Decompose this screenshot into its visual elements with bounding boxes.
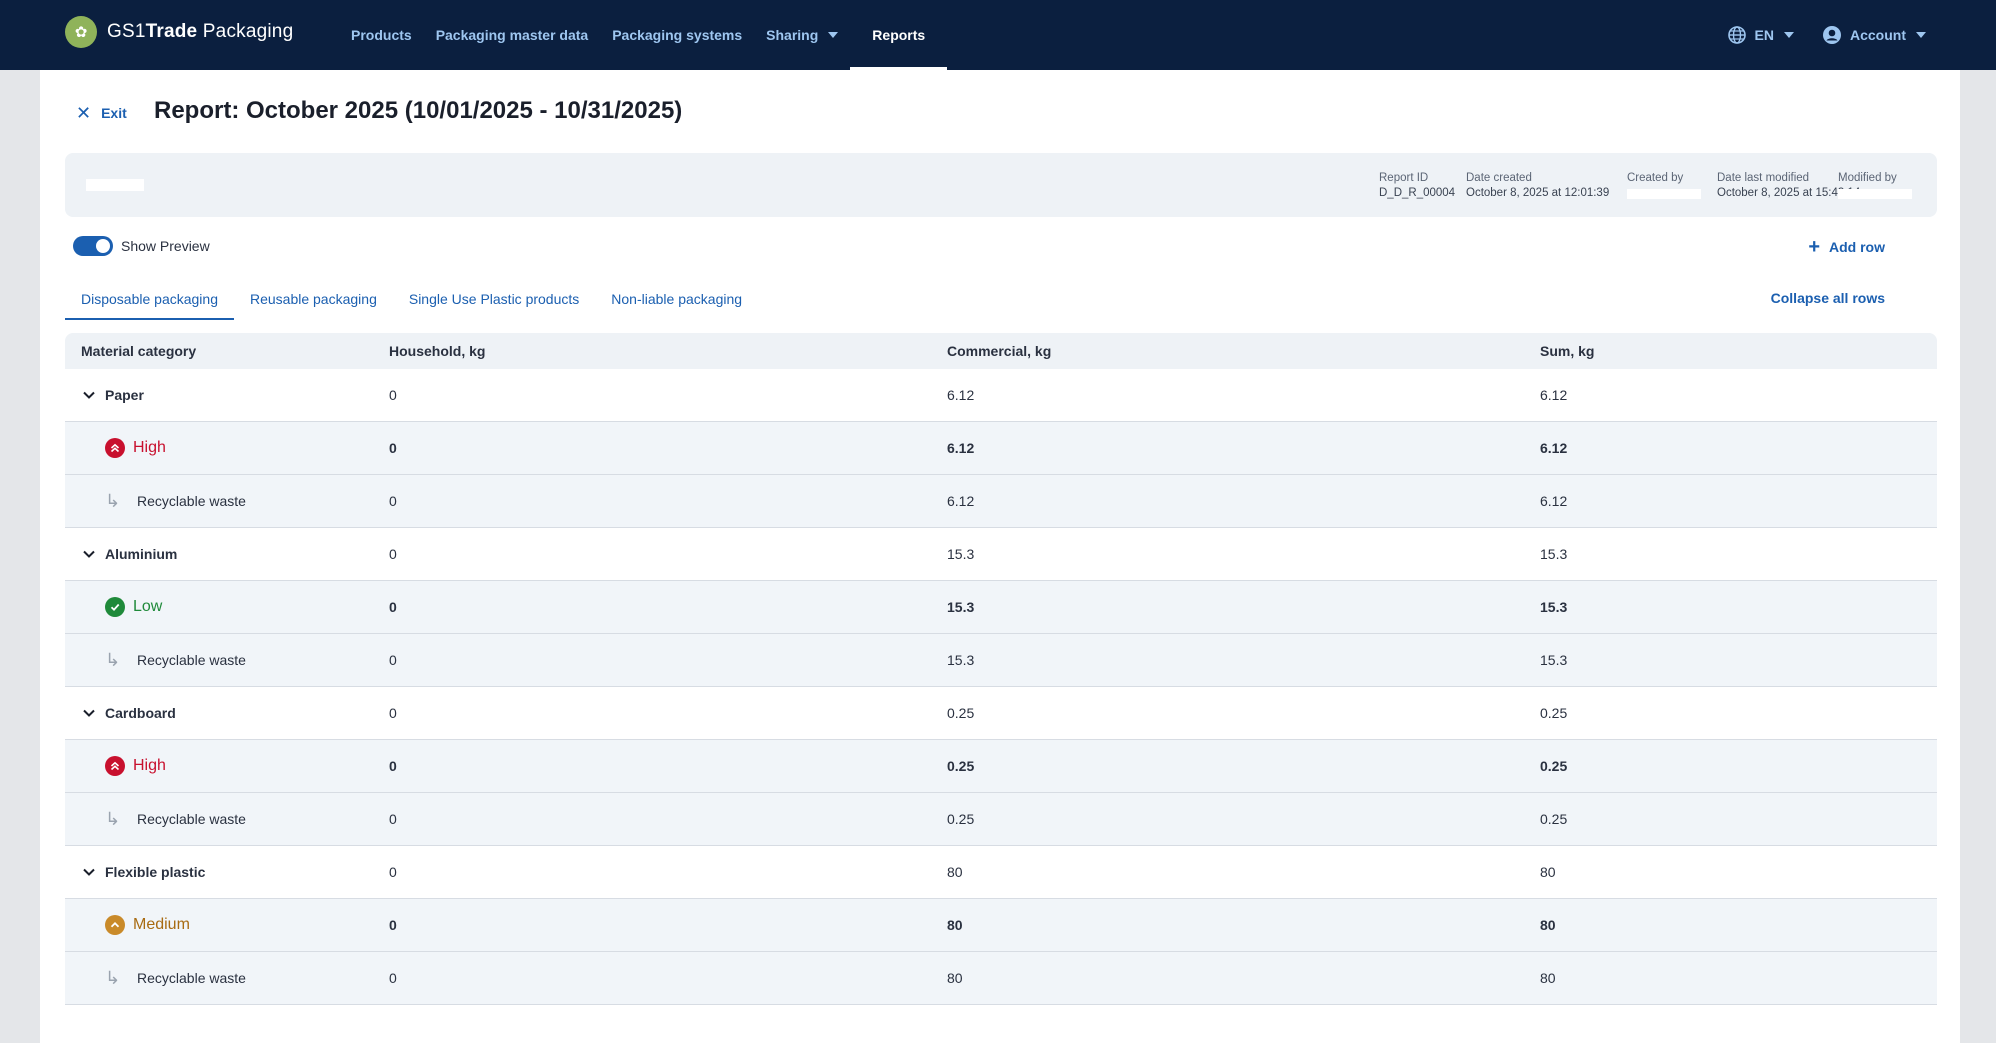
category-name: Flexible plastic [105,864,206,880]
tab-disposable-packaging[interactable]: Disposable packaging [65,278,234,320]
meta-report-id: Report ID D_D_R_00004 [1379,172,1456,199]
show-preview-control: Show Preview [73,236,210,256]
report-page: ✕ Exit Report: October 2025 (10/01/2025 … [40,70,1960,1043]
check-icon [105,597,125,617]
logo-icon: ✿ [65,16,97,48]
packaging-tabs: Disposable packaging Reusable packaging … [65,278,758,320]
table-row-level: Low 0 15.3 15.3 [65,581,1937,634]
brand-prefix: GS1 [107,21,146,42]
app-logo[interactable]: ✿ GS1Trade Packaging [65,16,293,48]
exit-label: Exit [101,105,127,121]
chevron-down-icon [828,32,839,38]
col-commercial: Commercial, kg [947,343,1052,359]
plus-icon: + [1808,236,1820,258]
table-row-subcategory: ↳ Recyclable waste 0 15.3 15.3 [65,634,1937,687]
report-table: Material category Household, kg Commerci… [65,333,1937,1005]
nav-packaging-master-data[interactable]: Packaging master data [424,0,601,70]
redacted-value [1838,189,1912,199]
subcategory-name: Recyclable waste [137,493,246,509]
double-chevron-up-icon [105,438,125,458]
sub-item-arrow-icon: ↳ [105,649,121,670]
meta-created-by: Created by [1627,172,1701,199]
show-preview-toggle[interactable] [73,236,113,256]
table-row-category[interactable]: Aluminium 0 15.3 15.3 [65,528,1937,581]
sub-item-arrow-icon: ↳ [105,808,121,829]
table-row-category[interactable]: Flexible plastic 0 80 80 [65,846,1937,899]
table-row-level: High 0 0.25 0.25 [65,740,1937,793]
recyclability-level: High [133,439,166,456]
nav-products[interactable]: Products [339,0,424,70]
recyclability-level: High [133,757,166,774]
table-row-level: Medium 0 80 80 [65,899,1937,952]
meta-date-created: Date created October 8, 2025 at 12:01:39 [1466,172,1610,199]
report-meta-panel: Report ID D_D_R_00004 Date created Octob… [65,153,1937,217]
table-row-subcategory: ↳ Recyclable waste 0 0.25 0.25 [65,793,1937,846]
language-selector[interactable]: EN [1727,25,1794,45]
chevron-down-icon [1916,32,1926,38]
meta-modified-by: Modified by [1838,172,1912,199]
col-sum: Sum, kg [1540,343,1595,359]
subcategory-name: Recyclable waste [137,811,246,827]
report-name-placeholder [86,179,144,191]
table-row-category[interactable]: Cardboard 0 0.25 0.25 [65,687,1937,740]
chevron-up-icon [105,915,125,935]
double-chevron-up-icon [105,756,125,776]
brand-suffix: Packaging [197,21,294,42]
show-preview-label: Show Preview [121,238,210,254]
chevron-down-icon[interactable] [81,864,97,880]
main-nav: Products Packaging master data Packaging… [339,0,948,70]
col-material-category: Material category [81,343,197,359]
collapse-all-rows-button[interactable]: Collapse all rows [1771,290,1885,306]
account-icon [1823,26,1841,44]
table-header: Material category Household, kg Commerci… [65,333,1937,369]
table-row-category[interactable]: Paper 0 6.12 6.12 [65,369,1937,422]
tab-single-use-plastic[interactable]: Single Use Plastic products [393,278,595,320]
subcategory-name: Recyclable waste [137,652,246,668]
chevron-down-icon[interactable] [81,387,97,403]
account-label: Account [1850,27,1906,43]
subcategory-name: Recyclable waste [137,970,246,986]
recyclability-level: Medium [133,916,190,933]
nav-reports[interactable]: Reports [850,0,948,70]
table-row-subcategory: ↳ Recyclable waste 0 6.12 6.12 [65,475,1937,528]
page-title: Report: October 2025 (10/01/2025 - 10/31… [154,97,683,124]
language-label: EN [1754,27,1774,43]
globe-icon [1727,26,1746,44]
category-name: Cardboard [105,705,176,721]
chevron-down-icon[interactable] [81,546,97,562]
close-icon: ✕ [76,103,92,123]
sub-item-arrow-icon: ↳ [105,490,121,511]
tab-non-liable-packaging[interactable]: Non-liable packaging [595,278,758,320]
recyclability-level: Low [133,598,163,615]
nav-packaging-systems[interactable]: Packaging systems [600,0,754,70]
top-navigation-bar: ✿ GS1Trade Packaging Products Packaging … [0,0,1996,70]
category-name: Paper [105,387,144,403]
user-nav: EN Account [1699,0,1926,70]
chevron-down-icon[interactable] [81,705,97,721]
add-row-button[interactable]: + Add row [1808,237,1885,257]
brand-bold: Trade [145,21,198,42]
account-menu[interactable]: Account [1822,25,1926,45]
nav-sharing[interactable]: Sharing [754,0,850,70]
tab-reusable-packaging[interactable]: Reusable packaging [234,278,393,320]
redacted-value [1627,189,1701,199]
exit-button[interactable]: ✕ Exit [76,104,127,122]
table-row-subcategory: ↳ Recyclable waste 0 80 80 [65,952,1937,1005]
sub-item-arrow-icon: ↳ [105,967,121,988]
chevron-down-icon [1784,32,1794,38]
category-name: Aluminium [105,546,178,562]
table-row-level: High 0 6.12 6.12 [65,422,1937,475]
col-household: Household, kg [389,343,486,359]
